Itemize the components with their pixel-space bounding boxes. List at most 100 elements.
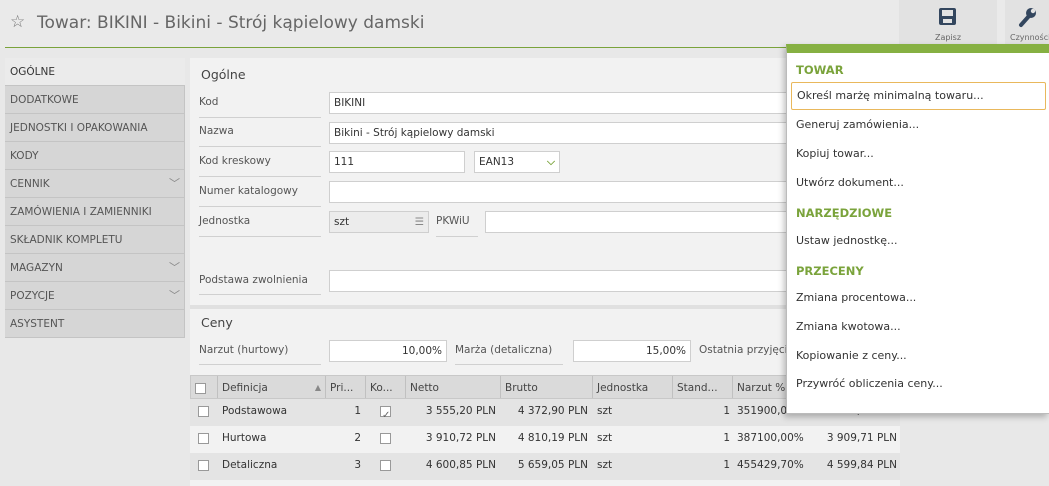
barcode-label: Kod kreskowy bbox=[199, 155, 271, 167]
section-title-prices: Ceny bbox=[201, 315, 233, 330]
cell-jednostka: szt bbox=[597, 459, 613, 471]
chevron-down-icon[interactable]: ﹀ bbox=[169, 170, 180, 198]
menu-item-utworz-dokument[interactable]: Utwórz dokument... bbox=[796, 176, 904, 189]
sidebar-item-label: DODATKOWE bbox=[10, 94, 79, 106]
cell-priorytet: 3 bbox=[354, 459, 361, 471]
exemption-label: Podstawa zwolnienia bbox=[199, 274, 308, 286]
sidebar-item-label: ASYSTENT bbox=[10, 318, 65, 330]
kopia-checkbox[interactable] bbox=[380, 432, 391, 444]
margin-input[interactable]: 15,00% bbox=[573, 340, 691, 362]
cell-jednostka: szt bbox=[597, 432, 613, 444]
field-underline bbox=[199, 146, 321, 147]
catalog-number-input[interactable] bbox=[329, 181, 789, 203]
exemption-input[interactable] bbox=[329, 270, 789, 292]
field-underline bbox=[199, 294, 321, 295]
column-header-definicja[interactable]: Definicja ▲ bbox=[218, 376, 326, 398]
catalog-number-label: Numer katalogowy bbox=[199, 185, 298, 197]
menu-item-zmiana-kwotowa[interactable]: Zmiana kwotowa... bbox=[796, 320, 901, 333]
sidebar-item-zamowienia[interactable]: ZAMÓWIENIA I ZAMIENNIKI bbox=[5, 198, 185, 226]
select-all-cell bbox=[191, 376, 218, 398]
cell-brutto: 4 810,19 PLN bbox=[517, 432, 588, 444]
wrench-icon bbox=[1005, 6, 1049, 28]
name-input[interactable]: Bikini - Strój kąpielowy damski bbox=[329, 122, 789, 144]
chevron-down-icon[interactable]: ﹀ bbox=[169, 254, 180, 282]
table-row[interactable]: Hurtowa 2 3 910,72 PLN 4 810,19 PLN szt … bbox=[190, 426, 900, 453]
select-all-checkbox[interactable] bbox=[195, 382, 206, 394]
sidebar-item-label: ZAMÓWIENIA I ZAMIENNIKI bbox=[10, 206, 152, 218]
save-button[interactable]: Zapisz bbox=[899, 0, 997, 48]
menu-category-przeceny: PRZECENY bbox=[796, 264, 864, 278]
favorite-star-icon[interactable]: ☆ bbox=[10, 12, 25, 32]
cell-priorytet: 2 bbox=[354, 432, 361, 444]
sidebar: OGÓLNE DODATKOWE JEDNOSTKI I OPAKOWANIA … bbox=[5, 58, 185, 338]
code-input[interactable]: BIKINI bbox=[329, 92, 789, 114]
field-underline bbox=[436, 236, 478, 237]
chevron-down-icon[interactable]: ﹀ bbox=[169, 282, 180, 310]
pkwiu-input[interactable] bbox=[485, 211, 789, 233]
sidebar-item-dodatkowe[interactable]: DODATKOWE bbox=[5, 86, 185, 114]
menu-item-przywroc-obliczenia[interactable]: Przywróć obliczenia ceny... bbox=[796, 377, 943, 390]
row-checkbox[interactable] bbox=[198, 405, 209, 417]
cell-netto: 3 555,20 PLN bbox=[425, 405, 496, 417]
unit-input[interactable]: szt ☰ bbox=[329, 211, 429, 233]
sidebar-item-skladnik[interactable]: SKŁADNIK KOMPLETU bbox=[5, 226, 185, 254]
field-underline bbox=[199, 364, 321, 365]
list-icon[interactable]: ☰ bbox=[415, 212, 424, 232]
menu-item-kopiowanie-z-ceny[interactable]: Kopiowanie z ceny... bbox=[796, 349, 907, 362]
column-header-brutto[interactable]: Brutto bbox=[501, 376, 593, 398]
cell-priorytet: 1 bbox=[354, 405, 361, 417]
barcode-type-select[interactable]: EAN13 ⌵ bbox=[474, 151, 560, 173]
field-underline bbox=[455, 364, 563, 365]
barcode-input[interactable]: 111 bbox=[329, 151, 465, 173]
margin-label: Marża (detaliczna) bbox=[455, 344, 553, 356]
field-underline bbox=[199, 206, 321, 207]
column-header-kopia[interactable]: Ko... bbox=[366, 376, 406, 398]
menu-item-ustaw-jednostke[interactable]: Ustaw jednostkę... bbox=[796, 234, 898, 247]
field-underline bbox=[199, 117, 321, 118]
sidebar-item-cennik[interactable]: CENNIK ﹀ bbox=[5, 170, 185, 198]
table-row[interactable]: Detaliczna 3 4 600,85 PLN 5 659,05 PLN s… bbox=[190, 453, 900, 480]
cell-jednostka: szt bbox=[597, 405, 613, 417]
menu-item-kopiuj-towar[interactable]: Kopiuj towar... bbox=[796, 147, 874, 160]
cell-extra: 4 599,84 PLN bbox=[826, 459, 897, 471]
barcode-type-value: EAN13 bbox=[479, 156, 515, 168]
sidebar-item-label: OGÓLNE bbox=[10, 66, 56, 78]
last-purchase-label: Ostatnia przyjęci bbox=[699, 344, 788, 356]
name-label: Nazwa bbox=[199, 125, 234, 137]
sidebar-item-label: CENNIK bbox=[10, 178, 50, 190]
sidebar-item-jednostki[interactable]: JEDNOSTKI I OPAKOWANIA bbox=[5, 114, 185, 142]
field-underline bbox=[199, 236, 321, 237]
cell-standard: 1 bbox=[723, 459, 730, 471]
column-header-priorytet[interactable]: Pri... bbox=[326, 376, 366, 398]
markup-label: Narzut (hurtowy) bbox=[199, 344, 289, 356]
pkwiu-label: PKWiU bbox=[436, 215, 470, 227]
field-underline bbox=[199, 176, 321, 177]
kopia-checkbox[interactable] bbox=[380, 404, 391, 426]
markup-input[interactable]: 10,00% bbox=[329, 340, 447, 362]
menu-item-generuj-zamowienia[interactable]: Generuj zamówienia... bbox=[796, 118, 919, 131]
actions-menu: TOWAR Określ marżę minimalną towaru... G… bbox=[786, 44, 1049, 414]
column-header-standard[interactable]: Stand... bbox=[673, 376, 733, 398]
row-checkbox[interactable] bbox=[198, 432, 209, 444]
row-checkbox[interactable] bbox=[198, 459, 209, 471]
cell-kopia bbox=[380, 426, 400, 453]
actions-button[interactable]: Czynności bbox=[1005, 0, 1049, 48]
column-header-netto[interactable]: Netto bbox=[406, 376, 501, 398]
kopia-checkbox[interactable] bbox=[380, 459, 391, 471]
column-header-jednostka[interactable]: Jednostka bbox=[593, 376, 673, 398]
sidebar-item-ogolne[interactable]: OGÓLNE bbox=[5, 58, 185, 86]
sidebar-item-label: MAGAZYN bbox=[10, 262, 63, 274]
sidebar-item-pozycje[interactable]: POZYCJE ﹀ bbox=[5, 282, 185, 310]
cell-brutto: 5 659,05 PLN bbox=[517, 459, 588, 471]
floppy-disk-icon bbox=[899, 6, 997, 28]
sidebar-item-asystent[interactable]: ASYSTENT bbox=[5, 310, 185, 338]
menu-item-zmiana-procentowa[interactable]: Zmiana procentowa... bbox=[796, 291, 916, 304]
section-title-general: Ogólne bbox=[201, 67, 246, 82]
sidebar-item-magazyn[interactable]: MAGAZYN ﹀ bbox=[5, 254, 185, 282]
menu-item-marza-minimalna[interactable]: Określ marżę minimalną towaru... bbox=[791, 82, 1046, 110]
sidebar-item-label: SKŁADNIK KOMPLETU bbox=[10, 234, 123, 246]
save-button-label: Zapisz bbox=[934, 33, 962, 42]
sidebar-item-kody[interactable]: KODY bbox=[5, 142, 185, 170]
cell-definicja: Hurtowa bbox=[222, 432, 267, 444]
row-checkbox-cell bbox=[198, 426, 214, 453]
